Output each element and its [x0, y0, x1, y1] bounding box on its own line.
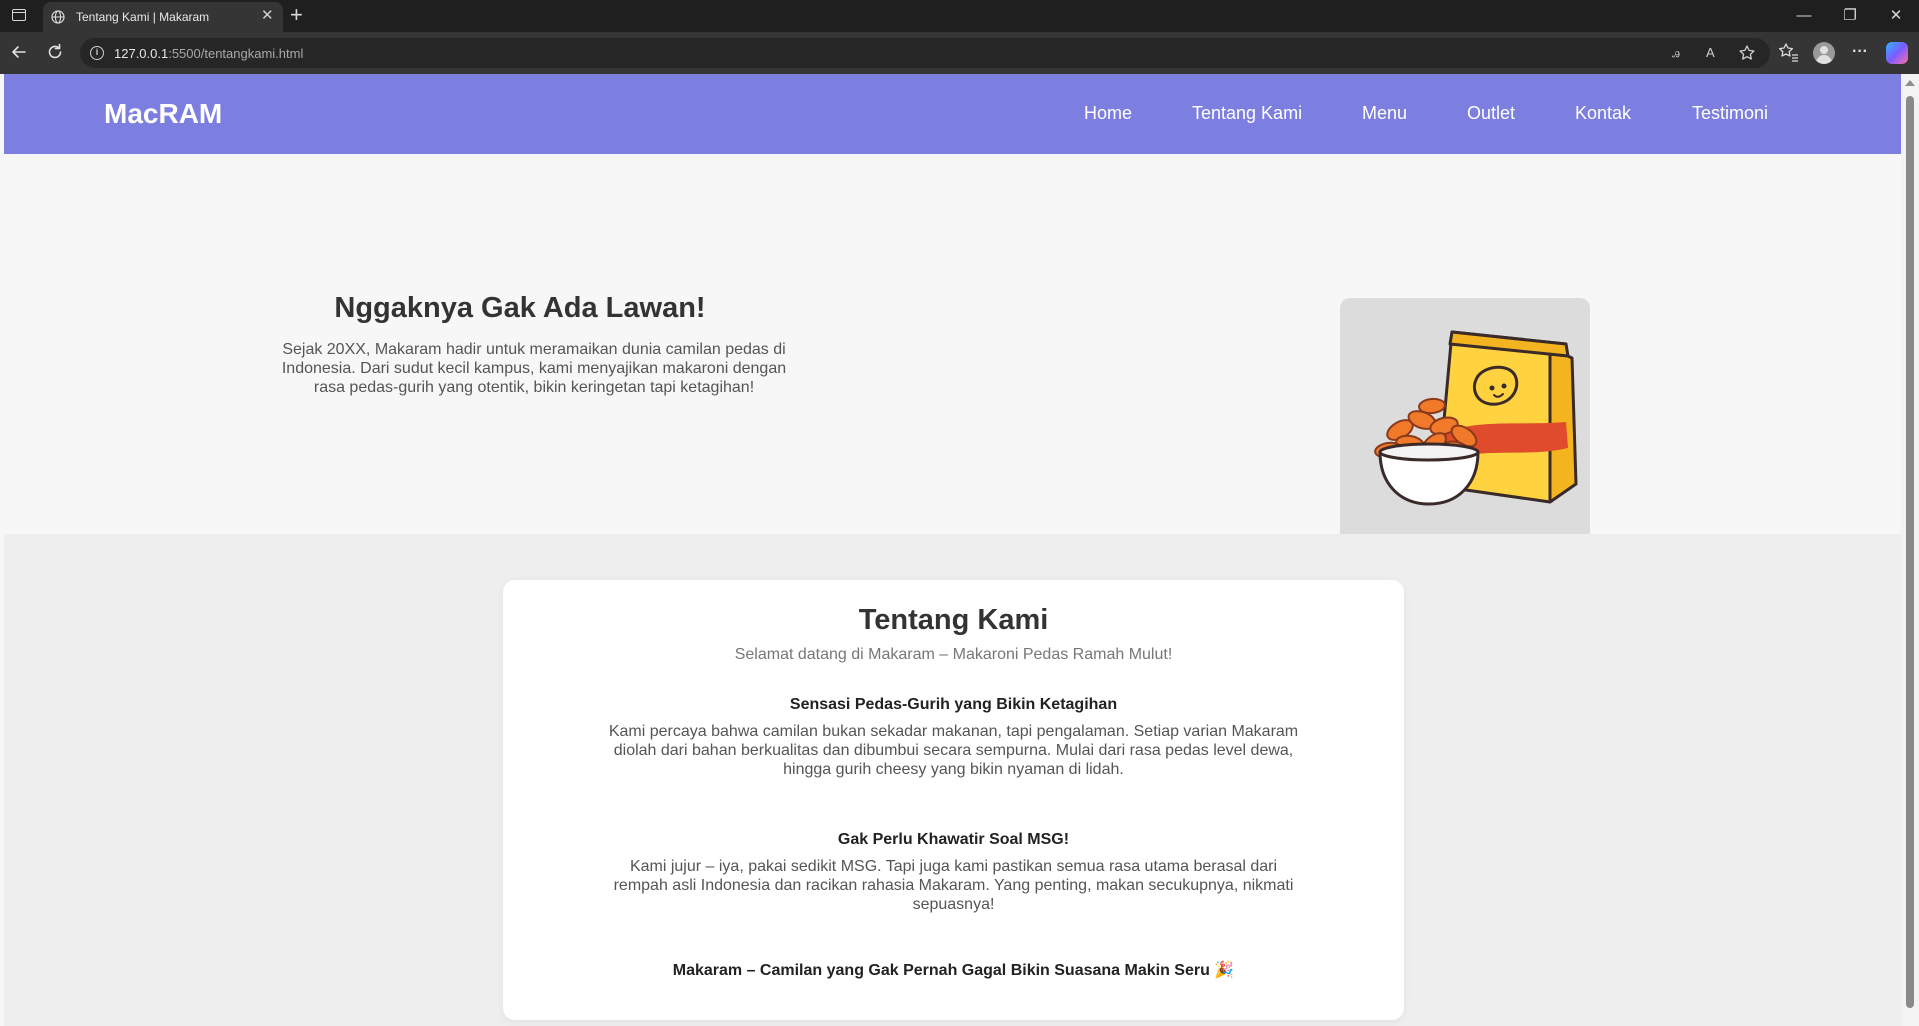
site-navbar: MacRAM Home Tentang Kami Menu Outlet Kon…: [4, 74, 1901, 154]
profile-icon[interactable]: [1813, 42, 1835, 64]
url-text[interactable]: 127.0.0.1:5500/tentangkami.html: [114, 46, 303, 61]
section-text-msg: Kami jujur – iya, pakai sedikit MSG. Tap…: [613, 858, 1294, 913]
browser-tab-bar: Tentang Kami | Makaram ✕ + — ❐ ✕: [0, 0, 1919, 32]
nav-menu[interactable]: Menu: [1362, 103, 1407, 124]
hero-text: Sejak 20XX, Makaram hadir untuk meramaik…: [281, 341, 787, 396]
section-text-sensasi: Kami percaya bahwa camilan bukan sekadar…: [608, 723, 1299, 778]
nav-testimoni[interactable]: Testimoni: [1692, 103, 1768, 124]
hero-section: Nggaknya Gak Ada Lawan! Sejak 20XX, Maka…: [4, 154, 1901, 548]
section-heading-sensasi: Sensasi Pedas-Gurih yang Bikin Ketagihan: [789, 696, 1118, 713]
site-logo[interactable]: MacRAM: [104, 98, 222, 130]
globe-icon: [51, 10, 65, 24]
scroll-up-icon[interactable]: [1905, 80, 1915, 86]
page-scrollbar[interactable]: [1901, 74, 1919, 1026]
nav-home[interactable]: Home: [1084, 103, 1132, 124]
nav-kontak[interactable]: Kontak: [1575, 103, 1631, 124]
info-icon[interactable]: i: [90, 46, 104, 60]
about-title: Tentang Kami: [858, 604, 1049, 636]
read-aloud-icon[interactable]: A: [1706, 44, 1715, 62]
refresh-icon[interactable]: [45, 42, 65, 62]
close-window-button[interactable]: ✕: [1876, 5, 1916, 27]
browser-tab[interactable]: Tentang Kami | Makaram ✕: [43, 2, 283, 32]
restore-button[interactable]: ❐: [1830, 5, 1870, 27]
about-tagline: Makaram – Camilan yang Gak Pernah Gagal …: [672, 962, 1235, 979]
about-subtitle: Selamat datang di Makaram – Makaroni Ped…: [734, 646, 1173, 663]
tab-close-icon[interactable]: ✕: [261, 8, 274, 24]
makaroni-snack-illustration: [1374, 330, 1578, 506]
page-viewport: MacRAM Home Tentang Kami Menu Outlet Kon…: [4, 74, 1901, 1026]
nav-outlet[interactable]: Outlet: [1467, 103, 1515, 124]
minimize-button[interactable]: —: [1784, 5, 1824, 27]
back-icon[interactable]: [9, 42, 29, 62]
browser-toolbar: i 127.0.0.1:5500/tentangkami.html ꭿ A ··…: [0, 32, 1919, 74]
translate-icon[interactable]: ꭿ: [1672, 44, 1680, 62]
tab-title: Tentang Kami | Makaram: [76, 10, 210, 24]
address-bar[interactable]: i 127.0.0.1:5500/tentangkami.html ꭿ A: [80, 38, 1770, 68]
nav-tentang-kami[interactable]: Tentang Kami: [1192, 103, 1302, 124]
copilot-icon[interactable]: [1886, 42, 1908, 64]
section-heading-msg: Gak Perlu Khawatir Soal MSG!: [837, 831, 1070, 848]
new-tab-button[interactable]: +: [290, 3, 303, 27]
hero-title: Nggaknya Gak Ada Lawan!: [334, 292, 706, 324]
favorite-icon[interactable]: [1738, 44, 1756, 62]
hero-image: [1340, 298, 1590, 548]
scrollbar-thumb[interactable]: [1906, 96, 1914, 1008]
favorites-icon[interactable]: [1776, 41, 1800, 63]
about-card: Tentang Kami Selamat datang di Makaram –…: [503, 580, 1404, 1020]
tab-actions-icon[interactable]: [12, 9, 26, 21]
more-icon[interactable]: ···: [1848, 41, 1872, 63]
